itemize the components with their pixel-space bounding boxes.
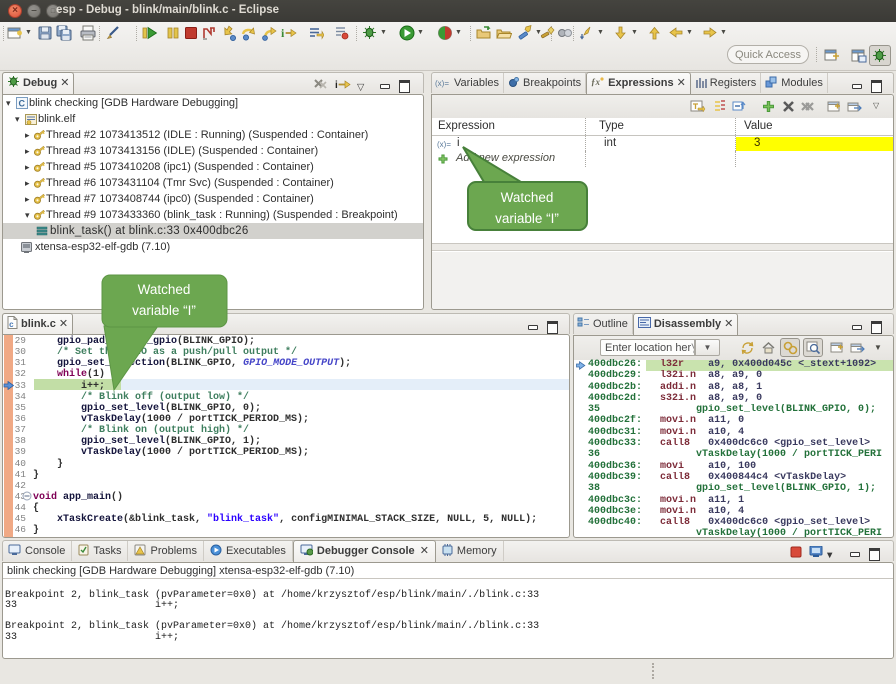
- svg-text:Watched: Watched: [138, 282, 191, 297]
- svg-text:i: i: [335, 80, 338, 90]
- svg-text:ƒx: ƒx: [591, 77, 601, 87]
- svg-text:variable “I”: variable “I”: [495, 211, 559, 226]
- svg-text:i: i: [281, 26, 285, 40]
- svg-text:c: c: [9, 321, 14, 329]
- svg-text:(x)=: (x)=: [437, 140, 451, 149]
- svg-text:C: C: [19, 99, 26, 109]
- svg-text:Watched: Watched: [501, 190, 554, 205]
- svg-text:(x)=: (x)=: [435, 79, 449, 88]
- svg-text:variable “I”: variable “I”: [132, 303, 196, 318]
